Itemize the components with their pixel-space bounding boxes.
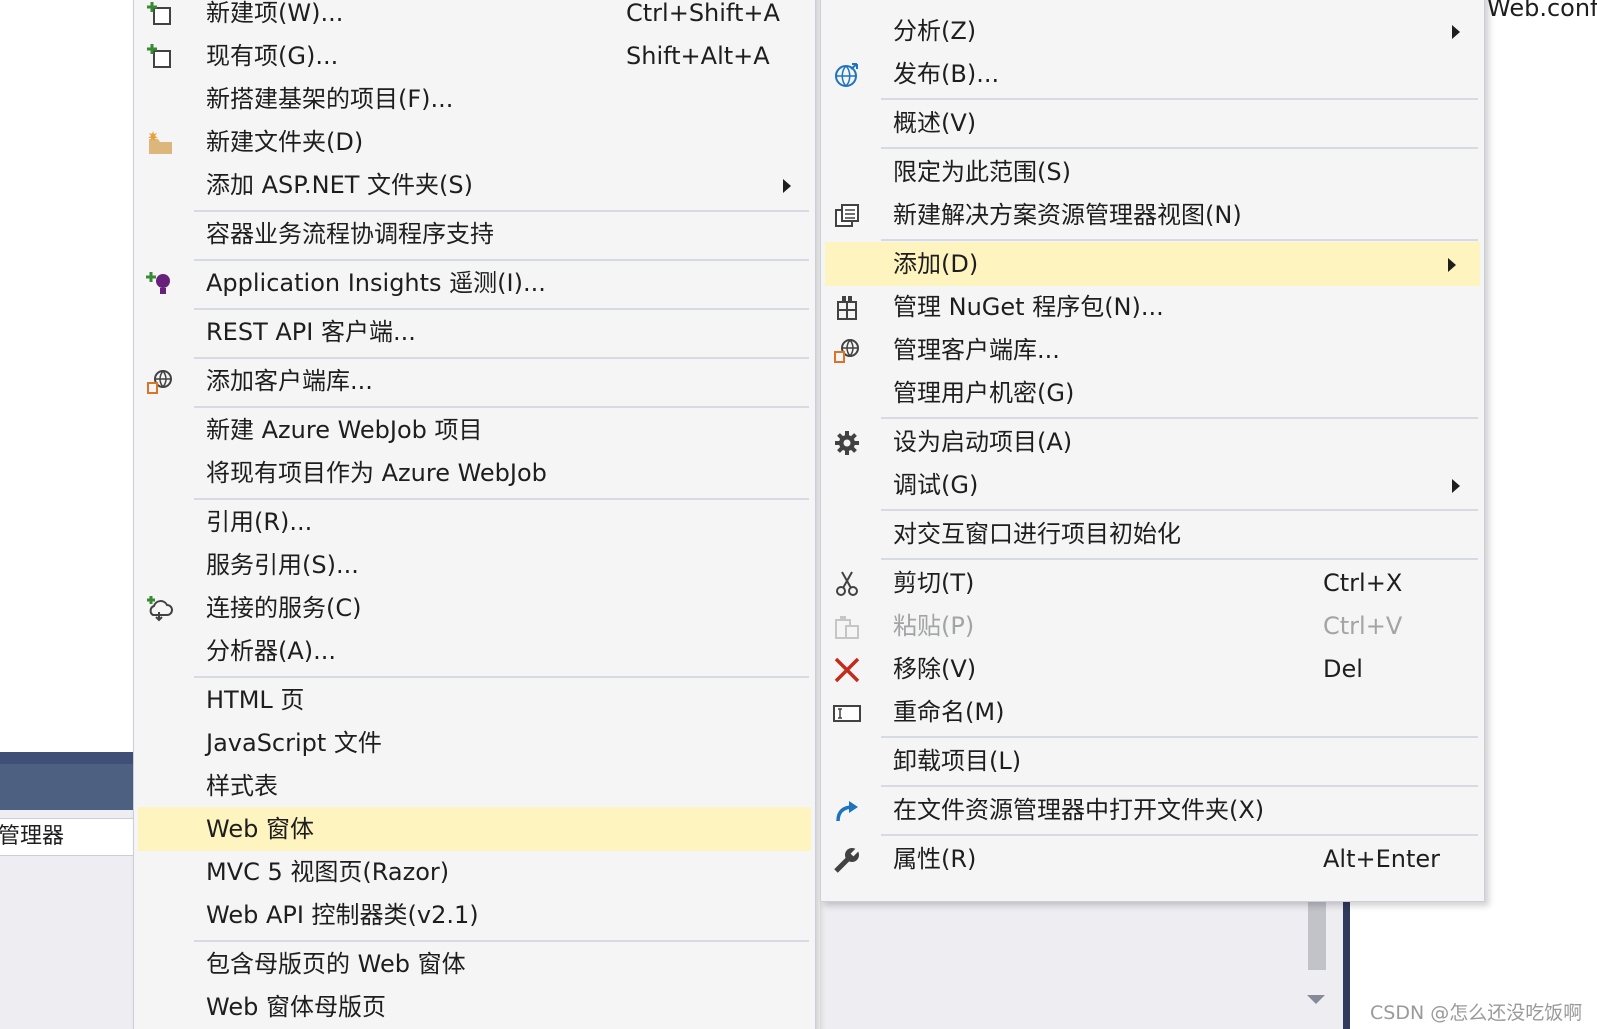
menu-item-new-explorer-view[interactable]: 新建解决方案资源管理器视图(N) xyxy=(821,193,1484,237)
menu-separator xyxy=(881,558,1478,560)
paste-icon xyxy=(835,616,859,639)
menu-item-open-in-explorer[interactable]: 在文件资源管理器中打开文件夹(X) xyxy=(821,788,1484,832)
submenu-arrow-icon xyxy=(783,179,791,193)
menu-item-new-azure-webjob[interactable]: 新建 Azure WebJob 项目 xyxy=(134,408,815,452)
scissors-icon xyxy=(836,571,858,596)
add-submenu: 新建项(W)... Ctrl+Shift+A 现有项(G)... Shift+A… xyxy=(133,0,816,1029)
shortcut: Ctrl+Shift+A xyxy=(626,0,780,27)
scroll-down-arrow-icon[interactable] xyxy=(1307,995,1325,1004)
menu-item-scope-to-this[interactable]: 限定为此范围(S) xyxy=(821,150,1484,194)
submenu-arrow-icon xyxy=(1452,479,1460,493)
existing-item-icon xyxy=(147,44,171,68)
menu-item-manage-user-secrets[interactable]: 管理用户机密(G) xyxy=(821,371,1484,415)
left-panel-titlebar xyxy=(0,752,133,764)
connected-service-icon xyxy=(147,596,173,622)
solution-explorer-tab[interactable]: 管理器 xyxy=(0,818,133,856)
new-folder-icon xyxy=(148,131,172,154)
menu-item-manage-nuget[interactable]: 管理 NuGet 程序包(N)... xyxy=(821,285,1484,329)
menu-item-paste[interactable]: 粘贴(P) Ctrl+V xyxy=(821,604,1484,648)
submenu-arrow-icon xyxy=(1448,258,1456,272)
menu-item-analyzer[interactable]: 分析器(A)... xyxy=(134,629,815,673)
menu-separator xyxy=(881,509,1478,511)
menu-item-reference[interactable]: 引用(R)... xyxy=(134,500,815,544)
menu-item-html-page[interactable]: HTML 页 xyxy=(134,678,815,722)
shortcut: Shift+Alt+A xyxy=(626,42,770,70)
menu-separator xyxy=(881,736,1478,738)
menu-item-cut[interactable]: 剪切(T) Ctrl+X xyxy=(821,561,1484,605)
menu-item-add[interactable]: 添加(D) xyxy=(825,242,1480,286)
client-library-icon xyxy=(834,339,859,363)
menu-item-new-folder[interactable]: 新建文件夹(D) xyxy=(134,120,815,164)
menu-item-unload-project[interactable]: 卸载项目(L) xyxy=(821,739,1484,783)
application-insights-icon xyxy=(146,272,170,294)
menu-item-set-startup[interactable]: 设为启动项目(A) xyxy=(821,420,1484,464)
gear-icon xyxy=(835,431,859,455)
menu-item-rest-api-client[interactable]: REST API 客户端... xyxy=(134,310,815,354)
menu-item-web-api-controller[interactable]: Web API 控制器类(v2.1) xyxy=(134,893,815,937)
shortcut: Alt+Enter xyxy=(1323,845,1441,873)
menu-item-javascript-file[interactable]: JavaScript 文件 xyxy=(134,721,815,765)
menu-item-web-form-with-master[interactable]: 包含母版页的 Web 窗体 xyxy=(134,942,815,986)
editor-edge xyxy=(1343,898,1350,1029)
shortcut: Ctrl+X xyxy=(1323,569,1403,597)
menu-item-add-client-library[interactable]: 添加客户端库... xyxy=(134,359,815,403)
menu-item-connected-service[interactable]: 连接的服务(C) xyxy=(134,586,815,630)
menu-item-overview[interactable]: 概述(V) xyxy=(821,101,1484,145)
shortcut: Del xyxy=(1323,655,1363,683)
wrench-icon xyxy=(834,847,860,873)
solution-explorer-tab-label: 管理器 xyxy=(0,824,65,849)
project-context-menu: 分析(Z) 发布(B)... 概述(V) 限定为此范围(S) 新建解决方案资源管… xyxy=(820,0,1485,902)
rename-icon xyxy=(833,705,861,722)
menu-item-debug[interactable]: 调试(G) xyxy=(821,463,1484,507)
menu-item-rename[interactable]: 重命名(M) xyxy=(821,690,1484,734)
publish-globe-icon xyxy=(835,63,858,87)
csdn-watermark: CSDN @怎么还没吃饭啊 xyxy=(1370,1002,1583,1024)
new-explorer-view-icon xyxy=(835,204,859,227)
new-item-icon xyxy=(147,2,171,25)
menu-item-asp-net-folder[interactable]: 添加 ASP.NET 文件夹(S) xyxy=(134,163,815,207)
client-library-icon xyxy=(147,370,172,394)
menu-item-existing-item[interactable]: 现有项(G)... Shift+Alt+A xyxy=(134,34,815,78)
menu-item-scaffolded-item[interactable]: 新搭建基架的项目(F)... xyxy=(134,77,815,121)
menu-item-container-orchestration[interactable]: 容器业务流程协调程序支持 xyxy=(134,212,815,256)
menu-separator xyxy=(881,417,1478,419)
scrollbar-thumb[interactable] xyxy=(1308,898,1326,970)
menu-separator xyxy=(881,98,1478,100)
menu-separator xyxy=(881,785,1478,787)
menu-item-analyze[interactable]: 分析(Z) xyxy=(821,9,1484,53)
editor-background xyxy=(820,898,1350,1029)
menu-item-mvc5-view[interactable]: MVC 5 视图页(Razor) xyxy=(134,850,815,894)
menu-item-application-insights[interactable]: Application Insights 遥测(I)... xyxy=(134,261,815,305)
left-panel-header xyxy=(0,764,133,810)
web-config-tab-label[interactable]: Web.conf xyxy=(1487,0,1597,22)
menu-item-service-reference[interactable]: 服务引用(S)... xyxy=(134,543,815,587)
nuget-icon xyxy=(837,296,857,320)
menu-separator xyxy=(881,834,1478,836)
menu-item-properties[interactable]: 属性(R) Alt+Enter xyxy=(821,837,1484,881)
menu-item-web-form[interactable]: Web 窗体 xyxy=(138,807,811,851)
menu-item-interactive-init[interactable]: 对交互窗口进行项目初始化 xyxy=(821,512,1484,556)
menu-item-existing-as-webjob[interactable]: 将现有项目作为 Azure WebJob xyxy=(134,451,815,495)
menu-item-remove[interactable]: 移除(V) Del xyxy=(821,647,1484,691)
menu-separator xyxy=(881,239,1478,241)
open-folder-arrow-icon xyxy=(836,801,858,822)
menu-item-stylesheet[interactable]: 样式表 xyxy=(134,764,815,808)
menu-item-new-item[interactable]: 新建项(W)... Ctrl+Shift+A xyxy=(134,0,815,35)
remove-x-icon xyxy=(834,657,860,683)
menu-item-publish[interactable]: 发布(B)... xyxy=(821,52,1484,96)
menu-item-manage-client-library[interactable]: 管理客户端库... xyxy=(821,328,1484,372)
submenu-arrow-icon xyxy=(1452,25,1460,39)
menu-item-web-form-master-page[interactable]: Web 窗体母版页 xyxy=(134,985,815,1029)
menu-separator xyxy=(881,147,1478,149)
shortcut: Ctrl+V xyxy=(1323,612,1403,640)
